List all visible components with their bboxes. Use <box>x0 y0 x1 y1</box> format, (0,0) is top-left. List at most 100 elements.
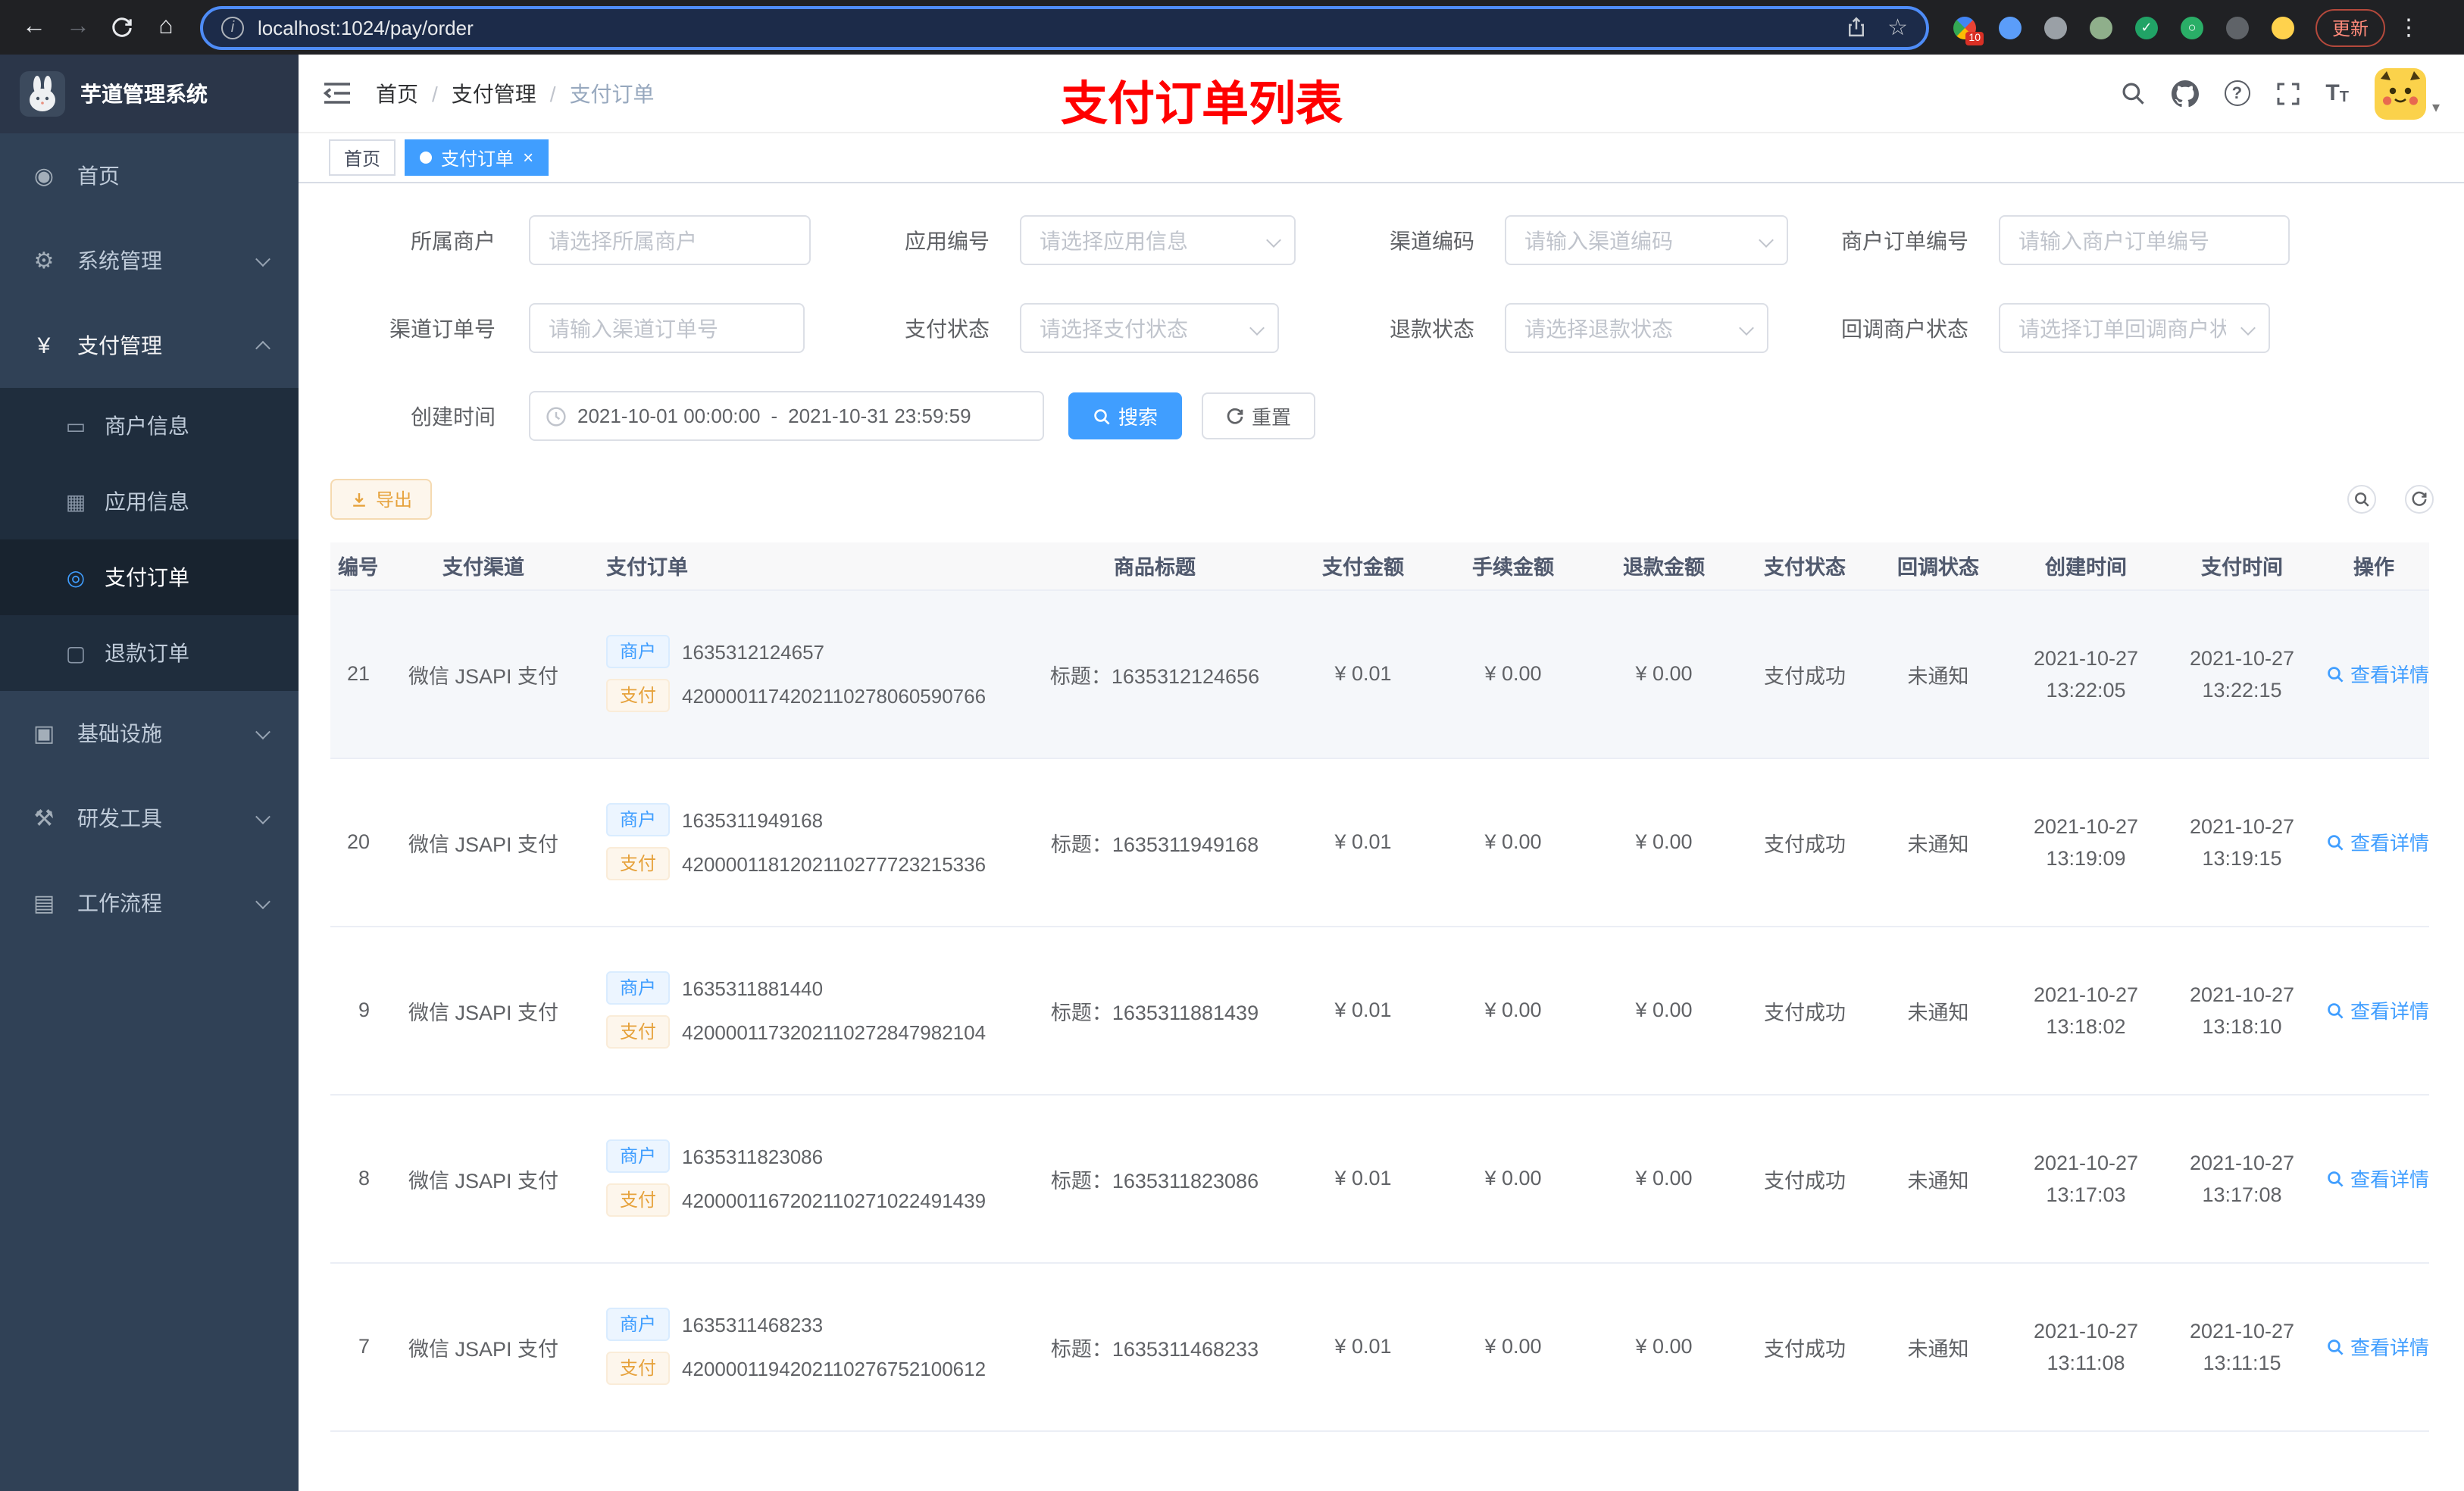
col-create-time: 创建时间 <box>2006 542 2165 590</box>
github-icon[interactable] <box>2171 80 2199 107</box>
tab-label: 支付订单 <box>441 148 514 169</box>
pay-status: 支付成功 <box>1764 833 1846 855</box>
export-button[interactable]: 导出 <box>330 479 433 520</box>
view-detail-link[interactable]: 查看详情 <box>2326 659 2429 688</box>
tags-view: 首页 支付订单 × <box>299 133 2464 183</box>
browser-update-button[interactable]: 更新 <box>2315 8 2386 46</box>
refresh-icon <box>1227 407 1243 424</box>
tools-icon: ⚒ <box>33 806 55 832</box>
extension-sage-icon[interactable] <box>2090 16 2112 39</box>
view-detail-link[interactable]: 查看详情 <box>2326 1332 2429 1361</box>
sidebar-item-home[interactable]: ◉ 首页 <box>0 133 299 218</box>
address-bar[interactable]: i localhost:1024/pay/order ☆ <box>200 5 1929 49</box>
toggle-search-icon[interactable] <box>2347 485 2376 514</box>
hamburger-icon[interactable] <box>323 82 352 105</box>
fullscreen-icon[interactable] <box>2275 81 2300 105</box>
merchant-tag: 商户 <box>606 1308 671 1341</box>
browser-forward-icon[interactable]: → <box>56 5 100 49</box>
user-avatar[interactable]: ▾ <box>2374 67 2440 119</box>
sidebar-item-workflow[interactable]: ▤ 工作流程 <box>0 861 299 946</box>
sidebar-item-refund-order[interactable]: ▢ 退款订单 <box>0 615 299 691</box>
extension-dark-icon[interactable] <box>2226 16 2249 39</box>
tab-close-icon[interactable]: × <box>523 148 533 167</box>
notify-status-filter-select[interactable] <box>1999 303 2270 353</box>
search-icon <box>2328 1339 2344 1355</box>
merchant-tag: 商户 <box>606 1139 671 1173</box>
pay-tag: 支付 <box>606 1015 671 1049</box>
create-time-range-input[interactable]: 2021-10-01 00:00:00 - 2021-10-31 23:59:5… <box>529 391 1044 441</box>
reset-button[interactable]: 重置 <box>1202 392 1316 439</box>
font-size-icon[interactable]: TT <box>2325 80 2349 106</box>
yen-icon: ¥ <box>37 333 51 358</box>
browser-back-icon[interactable]: ← <box>12 5 56 49</box>
merchant-order-no-filter-input[interactable] <box>1999 215 2290 265</box>
pay-order-line: 支付 4200001194202110276752100612 <box>606 1352 1014 1385</box>
sidebar: 芋道管理系统 ◉ 首页 ⚙ 系统管理 ¥ 支付管理 ▭ 商户信息 ▦ 应用信息 … <box>0 55 299 1491</box>
pay-status-filter-select[interactable] <box>1020 303 1279 353</box>
help-icon[interactable]: ? <box>2224 80 2250 106</box>
extension-colorful-icon[interactable]: 10 <box>1953 16 1984 45</box>
pay-status: 支付成功 <box>1764 1169 1846 1192</box>
browser-home-icon[interactable]: ⌂ <box>144 5 188 49</box>
avatar-image <box>2374 67 2426 119</box>
refresh-table-icon[interactable] <box>2405 485 2434 514</box>
extension-chat-icon[interactable]: ○ <box>2181 16 2203 39</box>
pay-time: 13:22:15 <box>2202 678 2282 701</box>
app-filter-select[interactable] <box>1020 215 1296 265</box>
channel-code-filter-select[interactable] <box>1505 215 1788 265</box>
breadcrumb-home[interactable]: 首页 <box>376 78 418 108</box>
filter-row-3: 创建时间 2021-10-01 00:00:00 - 2021-10-31 23… <box>330 391 2434 441</box>
pay-status: 支付成功 <box>1764 664 1846 687</box>
chevron-up-icon <box>255 339 270 355</box>
browser-menu-icon[interactable]: ⋮ <box>2397 14 2422 41</box>
pay-channel: 微信 JSAPI 支付 <box>408 1001 558 1024</box>
sidebar-item-devtools[interactable]: ⚒ 研发工具 <box>0 776 299 861</box>
pay-amount: ¥ 0.01 <box>1334 1335 1392 1358</box>
sidebar-item-infra[interactable]: ▣ 基础设施 <box>0 691 299 776</box>
merchant-filter-input[interactable] <box>529 215 811 265</box>
create-time: 13:19:09 <box>2046 846 2126 869</box>
sidebar-item-payment[interactable]: ¥ 支付管理 <box>0 303 299 388</box>
font-size-large: T <box>2325 80 2340 106</box>
extension-emoji-icon[interactable] <box>2272 16 2294 39</box>
sidebar-item-pay-order[interactable]: ◎ 支付订单 <box>0 539 299 615</box>
app-filter-label: 应用编号 <box>905 228 990 252</box>
extension-green-check-icon[interactable]: ✓ <box>2135 16 2158 39</box>
view-detail-link[interactable]: 查看详情 <box>2326 1164 2429 1192</box>
sidebar-item-system[interactable]: ⚙ 系统管理 <box>0 218 299 303</box>
reset-button-label: 重置 <box>1252 406 1292 429</box>
tab-home[interactable]: 首页 <box>329 139 396 176</box>
order-id: 8 <box>358 1167 370 1189</box>
notify-status: 未通知 <box>1907 1001 1969 1024</box>
create-time: 13:18:02 <box>2046 1014 2126 1037</box>
view-detail-link[interactable]: 查看详情 <box>2326 827 2429 856</box>
table-row: 20 微信 JSAPI 支付 商户 1635311949168 支付 42000… <box>330 758 2429 927</box>
filter-row-1: 所属商户 应用编号 渠道编码 商户订单编号 <box>330 215 2434 265</box>
col-fee: 手续金额 <box>1438 542 1588 590</box>
reload-icon <box>112 17 132 36</box>
search-icon[interactable] <box>2119 80 2145 106</box>
channel-order-no-filter-input[interactable] <box>529 303 805 353</box>
breadcrumb-separator: / <box>549 81 556 105</box>
refund-status-filter-select[interactable] <box>1505 303 1768 353</box>
notify-status: 未通知 <box>1907 1337 1969 1360</box>
view-detail-label: 查看详情 <box>2350 1000 2429 1023</box>
sidebar-item-label: 支付订单 <box>105 565 189 589</box>
extension-blue-icon[interactable] <box>1999 16 2022 39</box>
refund-amount: ¥ 0.00 <box>1635 1167 1693 1189</box>
search-button[interactable]: 搜索 <box>1068 392 1183 439</box>
share-icon[interactable] <box>1845 17 1866 38</box>
breadcrumb-payment[interactable]: 支付管理 <box>452 78 536 108</box>
view-detail-link[interactable]: 查看详情 <box>2326 996 2429 1024</box>
date-range-separator: - <box>771 405 778 427</box>
page-annotation: 支付订单列表 <box>1061 77 1343 130</box>
tab-pay-order[interactable]: 支付订单 × <box>405 139 549 176</box>
bookmark-star-icon[interactable]: ☆ <box>1887 16 1908 39</box>
extension-gray-icon[interactable] <box>2044 16 2067 39</box>
download-icon <box>353 492 365 506</box>
sidebar-item-app-info[interactable]: ▦ 应用信息 <box>0 464 299 539</box>
browser-reload-icon[interactable] <box>100 5 144 49</box>
sidebar-item-merchant-info[interactable]: ▭ 商户信息 <box>0 388 299 464</box>
site-info-icon[interactable]: i <box>221 16 244 39</box>
pay-date: 2021-10-27 <box>2189 646 2295 669</box>
